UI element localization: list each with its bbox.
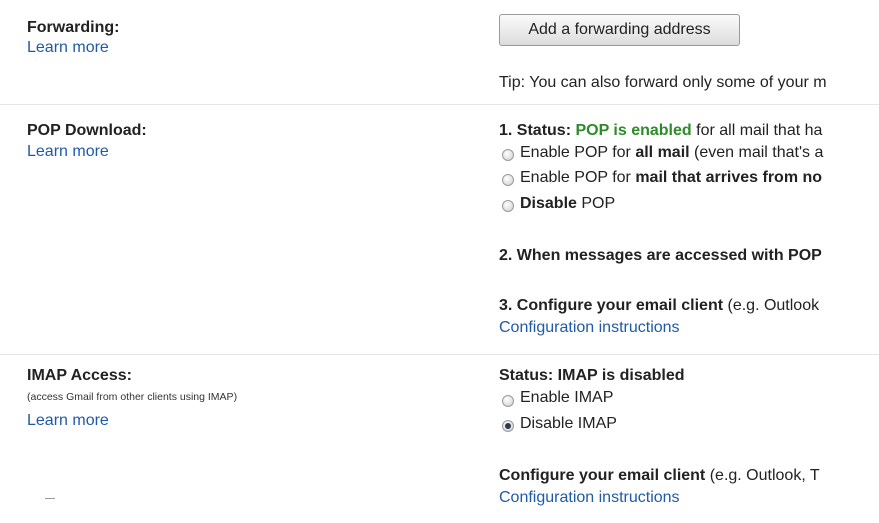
pop-all-mail-radio[interactable]: [502, 149, 514, 161]
forwarding-tip: Tip: You can also forward only some of y…: [499, 74, 827, 91]
pop-option-disable: Disable POP: [520, 195, 616, 212]
pop-configuration-instructions-link[interactable]: Configuration instructions: [499, 319, 680, 337]
forwarding-title: Forwarding:: [27, 19, 120, 36]
pop-learn-more-link[interactable]: Learn more: [27, 143, 109, 161]
enable-imap-label: Enable IMAP: [520, 389, 614, 406]
divider-dash: [45, 498, 55, 499]
pop-status-suffix: for all mail that ha: [691, 122, 823, 139]
pop-option-all-mail: Enable POP for all mail (even mail that'…: [520, 144, 824, 161]
separator: [0, 104, 879, 105]
pop-step3-heading: 3. Configure your email client (e.g. Out…: [499, 297, 820, 314]
pop-status-value: POP is enabled: [575, 122, 692, 139]
disable-imap-label: Disable IMAP: [520, 415, 617, 432]
add-forwarding-address-button[interactable]: Add a forwarding address: [499, 14, 740, 46]
pop-option-new-mail: Enable POP for mail that arrives from no: [520, 169, 823, 186]
forwarding-learn-more-link[interactable]: Learn more: [27, 39, 109, 57]
disable-imap-radio[interactable]: [502, 420, 514, 432]
pop-step2-heading: 2. When messages are accessed with POP: [499, 247, 822, 264]
pop-download-title: POP Download:: [27, 122, 147, 139]
pop-new-mail-radio[interactable]: [502, 174, 514, 186]
imap-access-title: IMAP Access:: [27, 367, 132, 384]
imap-status: Status: IMAP is disabled: [499, 367, 685, 384]
pop-status-prefix: 1. Status:: [499, 122, 576, 139]
pop-status: 1. Status: POP is enabled for all mail t…: [499, 122, 822, 140]
imap-learn-more-link[interactable]: Learn more: [27, 412, 109, 430]
imap-subtitle: (access Gmail from other clients using I…: [27, 391, 238, 403]
imap-configure-heading: Configure your email client (e.g. Outloo…: [499, 467, 820, 484]
pop-disable-radio[interactable]: [502, 200, 514, 212]
enable-imap-radio[interactable]: [502, 395, 514, 407]
separator: [0, 354, 879, 355]
imap-configuration-instructions-link[interactable]: Configuration instructions: [499, 489, 680, 507]
